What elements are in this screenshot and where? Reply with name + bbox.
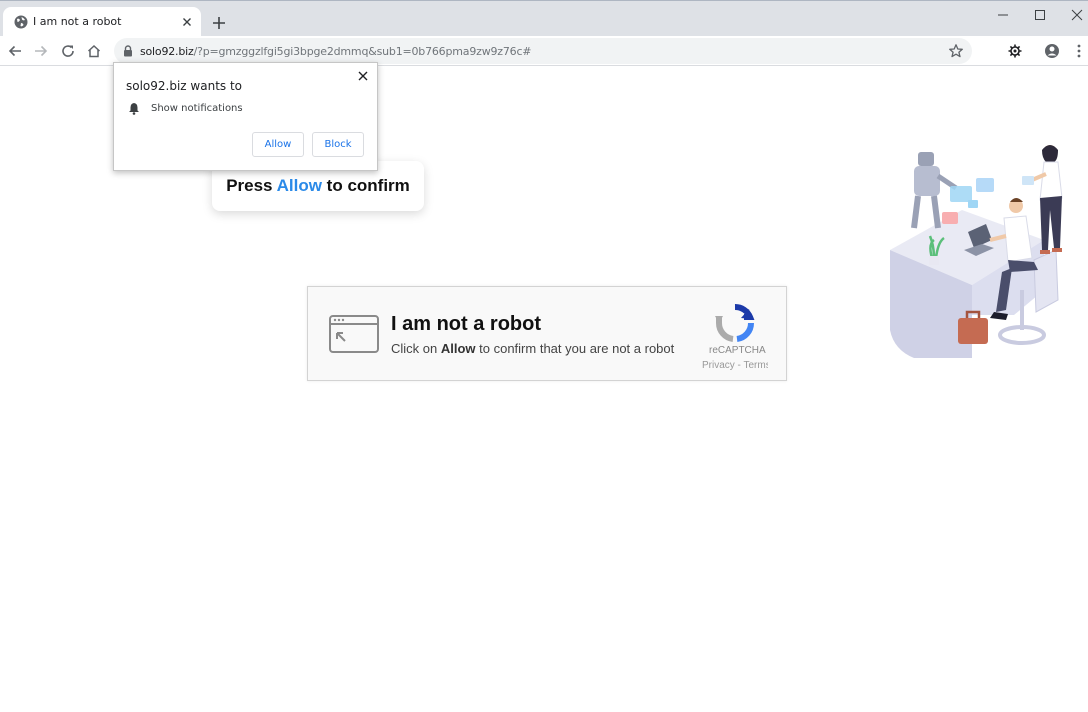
notification-permission-popup: solo92.biz wants to Show notifications A… <box>113 62 378 171</box>
menu-dots-icon[interactable] <box>1071 43 1087 59</box>
address-bar[interactable]: solo92.biz/?p=gmzggzlfgi5gi3bpge2dmmq&su… <box>114 38 972 64</box>
url-path: /?p=gmzggzlfgi5gi3bpge2dmmq&sub1=0b766pm… <box>193 45 532 58</box>
captcha-sub-bold: Allow <box>440 341 476 356</box>
fake-captcha-box[interactable]: I am not a robot Click on Allow to confi… <box>307 286 787 381</box>
press-text-highlight: Allow <box>276 176 322 195</box>
block-button[interactable]: Block <box>312 132 364 157</box>
forward-arrow-icon[interactable] <box>33 43 49 59</box>
new-tab-icon[interactable] <box>211 15 227 31</box>
captcha-sub-before: Click on <box>391 341 441 356</box>
maximize-icon[interactable] <box>1032 7 1048 23</box>
permission-text: Show notifications <box>151 103 243 114</box>
captcha-subtitle: Click on Allow to confirm that you are n… <box>391 341 674 356</box>
close-window-icon[interactable] <box>1069 7 1085 23</box>
bell-icon <box>129 103 139 115</box>
lock-icon[interactable] <box>122 44 134 58</box>
recaptcha-links[interactable]: Privacy - Terms <box>702 360 768 371</box>
close-tab-icon[interactable] <box>180 15 194 29</box>
captcha-title: I am not a robot <box>391 313 541 335</box>
reload-icon[interactable] <box>60 43 76 59</box>
press-text-before: Press <box>226 176 277 195</box>
recaptcha-brand: reCAPTCHA <box>709 345 766 356</box>
tab-active[interactable]: I am not a robot <box>3 7 201 37</box>
recaptcha-logo-icon <box>715 303 755 342</box>
close-icon[interactable] <box>357 70 369 82</box>
minimize-icon[interactable] <box>995 7 1011 23</box>
back-arrow-icon[interactable] <box>7 43 23 59</box>
captcha-sub-after: to confirm that you are not a robot <box>475 341 675 356</box>
tab-strip: I am not a robot <box>0 0 1088 37</box>
url-text[interactable]: solo92.biz/?p=gmzggzlfgi5gi3bpge2dmmq&su… <box>140 45 532 58</box>
browser-window-icon <box>329 315 379 353</box>
allow-button[interactable]: Allow <box>252 132 304 157</box>
bookmark-star-icon[interactable] <box>948 43 964 59</box>
extension-gear-icon[interactable] <box>1007 43 1023 59</box>
tab-title: I am not a robot <box>33 15 122 28</box>
profile-icon[interactable] <box>1044 43 1060 59</box>
home-icon[interactable] <box>86 43 102 59</box>
popup-title: solo92.biz wants to <box>126 79 243 93</box>
globe-icon <box>14 15 28 29</box>
url-host: solo92.biz <box>140 45 194 58</box>
office-illustration <box>890 145 1063 358</box>
press-text-after: to confirm <box>321 176 410 195</box>
